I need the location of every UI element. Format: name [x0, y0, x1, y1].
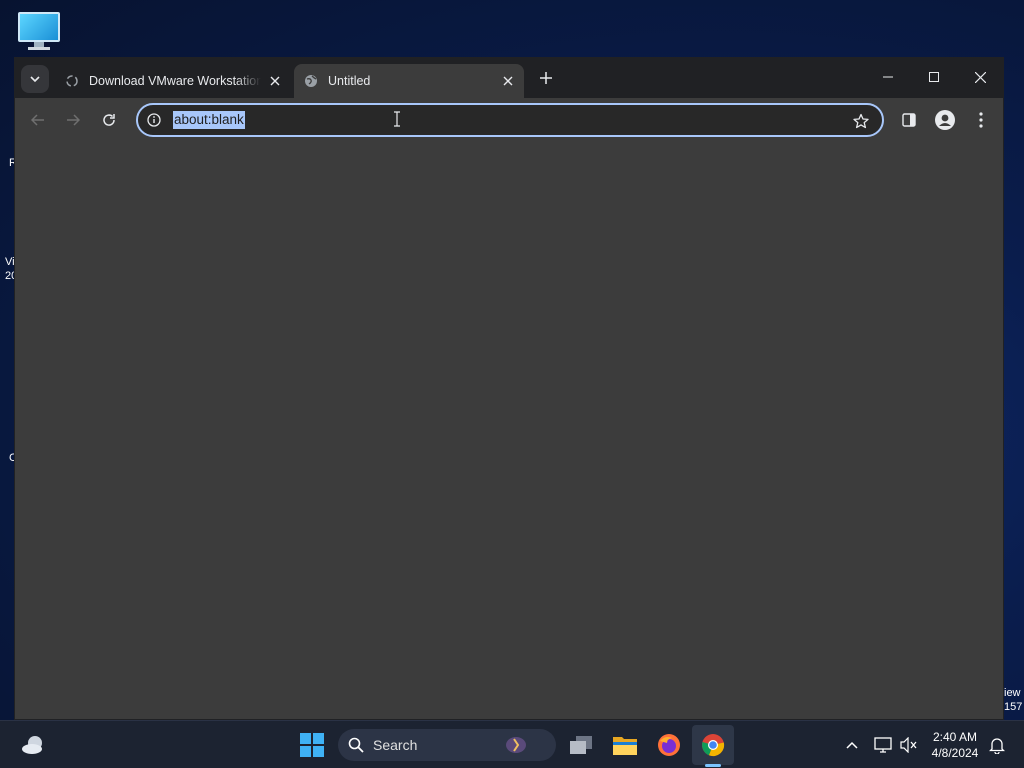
volume-muted-icon — [900, 737, 917, 753]
bookmark-star-icon[interactable] — [852, 112, 870, 130]
arrow-right-icon — [67, 114, 80, 126]
tab-download-vmware[interactable]: Download VMware Workstation — [55, 64, 291, 98]
profile-button[interactable] — [932, 107, 958, 133]
folder-icon — [613, 737, 637, 755]
text-cursor-icon — [393, 111, 401, 127]
browser-toolbar: about:blank — [15, 98, 1003, 142]
clock-time: 2:40 AM — [932, 730, 978, 744]
start-button[interactable] — [296, 729, 328, 761]
page-content[interactable] — [15, 142, 1003, 719]
chevron-down-icon — [30, 76, 40, 83]
chevron-up-icon — [846, 741, 858, 749]
volume-button[interactable] — [893, 729, 925, 761]
tab-strip: Download VMware Workstation Untitled — [15, 58, 1003, 98]
reload-button[interactable] — [96, 107, 122, 133]
profile-avatar-icon — [935, 110, 955, 130]
show-hidden-icons-button[interactable] — [836, 729, 868, 761]
search-highlight-icon — [506, 737, 526, 753]
taskbar: Search 2:40 AM 4/8/2024 — [0, 720, 1024, 768]
new-tab-button[interactable] — [535, 67, 557, 89]
tab-title: Download VMware Workstation — [89, 74, 261, 88]
minimize-button[interactable] — [865, 64, 911, 90]
globe-icon — [304, 74, 318, 88]
close-icon[interactable] — [267, 73, 283, 89]
plus-icon — [540, 72, 552, 84]
chrome-icon — [702, 734, 725, 757]
menu-button[interactable] — [968, 107, 994, 133]
task-view-button[interactable] — [565, 729, 597, 761]
kebab-menu-icon — [979, 112, 983, 128]
network-icon — [874, 737, 892, 753]
clock-date: 4/8/2024 — [931, 746, 979, 760]
windows-logo-icon — [300, 733, 324, 757]
forward-button[interactable] — [60, 107, 86, 133]
this-pc-desktop-icon[interactable] — [18, 10, 60, 50]
close-icon — [974, 71, 986, 83]
close-icon[interactable] — [500, 73, 516, 89]
maximize-button[interactable] — [911, 64, 957, 90]
reload-icon — [103, 114, 115, 126]
notifications-button[interactable] — [981, 729, 1013, 761]
weather-cloud-icon — [22, 736, 42, 754]
weather-widget[interactable] — [17, 729, 49, 761]
tab-search-button[interactable] — [21, 65, 49, 93]
address-bar[interactable]: about:blank — [136, 103, 884, 137]
firefox-icon — [658, 734, 680, 756]
taskbar-search[interactable]: Search — [338, 729, 556, 761]
bell-icon — [989, 738, 1005, 754]
firefox-button[interactable] — [653, 729, 685, 761]
minimize-icon — [883, 76, 893, 78]
system-clock[interactable]: 2:40 AM 4/8/2024 — [924, 729, 986, 761]
back-button[interactable] — [25, 107, 51, 133]
side-panel-icon — [902, 113, 916, 127]
tab-untitled[interactable]: Untitled — [294, 64, 524, 98]
chrome-button[interactable] — [697, 729, 729, 761]
tab-title: Untitled — [328, 74, 371, 88]
desktop-label-fragment: iew — [1004, 687, 1021, 699]
close-window-button[interactable] — [957, 64, 1003, 90]
search-label: Search — [373, 737, 418, 753]
side-panel-button[interactable] — [896, 107, 922, 133]
vmware-favicon-icon — [65, 74, 79, 88]
search-icon — [348, 737, 364, 753]
maximize-icon — [929, 72, 939, 82]
url-text[interactable]: about:blank — [173, 111, 245, 129]
desktop-label-fragment: 157 — [1004, 701, 1023, 713]
browser-window: Download VMware Workstation Untitled abo… — [14, 57, 1004, 720]
active-app-indicator — [705, 764, 721, 767]
file-explorer-button[interactable] — [609, 729, 641, 761]
site-info-icon[interactable] — [146, 112, 162, 128]
task-view-icon — [570, 736, 592, 754]
arrow-left-icon — [31, 114, 44, 126]
